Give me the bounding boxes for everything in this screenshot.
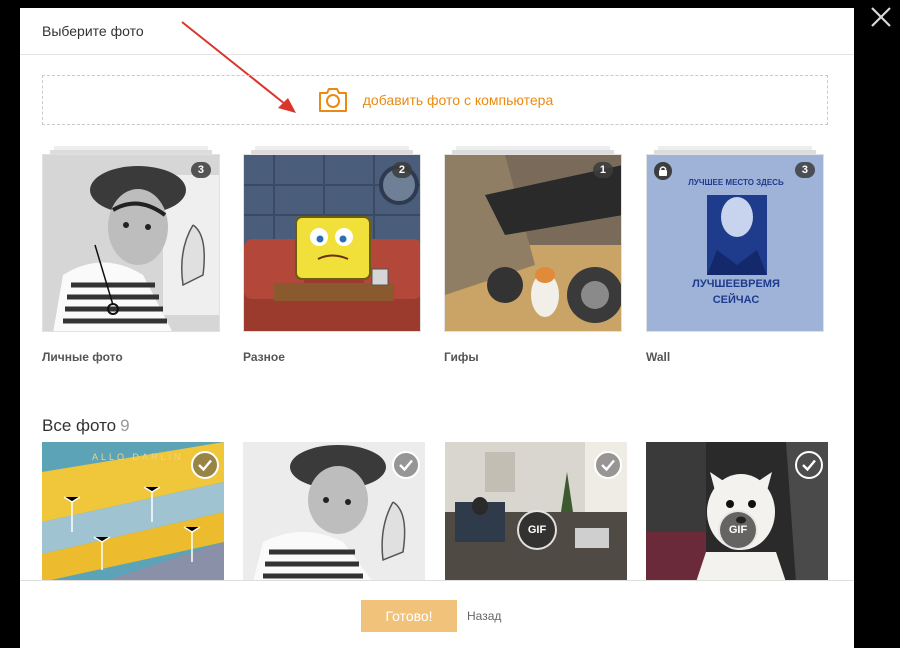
check-icon[interactable] — [794, 450, 824, 480]
dialog-header: Выберите фото — [20, 8, 854, 55]
album-name: Личные фото — [42, 350, 123, 364]
album-name: Гифы — [444, 350, 479, 364]
close-icon[interactable] — [868, 4, 894, 30]
gif-badge: GIF — [718, 510, 758, 550]
photo-tile[interactable]: ALLO DARLIN — [42, 442, 224, 582]
poster-text-line1: ЛУЧШЕЕВРЕМЯ — [692, 278, 780, 290]
album-cover — [243, 154, 421, 332]
upload-label: добавить фото с компьютера — [362, 92, 554, 108]
check-icon[interactable] — [190, 450, 220, 480]
all-photos-heading: Все фото 9 — [42, 416, 130, 436]
graffiti-image: ЛУЧШЕЕ МЕСТО ЗДЕСЬ ЛУЧШЕЕВРЕМЯ СЕЙЧАС — [647, 155, 823, 331]
dialog-footer: Готово! Назад — [20, 580, 854, 648]
done-button[interactable]: Готово! — [361, 600, 457, 632]
album-photo-count: 2 — [391, 162, 412, 178]
camera-icon — [318, 88, 347, 112]
album-photo-count: 1 — [592, 162, 613, 178]
poster-text-top: ЛУЧШЕЕ МЕСТО ЗДЕСЬ — [688, 178, 784, 187]
all-photos-title: Все фото — [42, 416, 117, 435]
poster-text-line2: СЕЙЧАС — [713, 293, 760, 306]
album-cover — [444, 154, 622, 332]
album-photo-count: 3 — [794, 162, 815, 178]
album-cover — [42, 154, 220, 332]
all-photos-count: 9 — [120, 416, 130, 435]
poster-tile-text: ALLO DARLIN — [92, 452, 184, 462]
portrait-bw-image — [43, 155, 219, 331]
photo-picker-dialog: Выберите фото добавить фото с компьютера — [20, 8, 854, 648]
cartoon-image — [244, 155, 420, 331]
back-link[interactable]: Назад — [467, 609, 501, 623]
upload-from-computer-button[interactable]: добавить фото с компьютера — [42, 75, 828, 125]
lock-icon — [654, 162, 672, 180]
dialog-title: Выберите фото — [42, 23, 144, 39]
photo-tile-gif[interactable]: GIF — [445, 442, 627, 582]
photo-tile-gif[interactable]: GIF — [646, 442, 828, 582]
photo-tile[interactable] — [243, 442, 425, 582]
album-name: Wall — [646, 350, 671, 364]
street-image — [445, 155, 621, 331]
album-photo-count: 3 — [190, 162, 211, 178]
album-cover: ЛУЧШЕЕ МЕСТО ЗДЕСЬ ЛУЧШЕЕВРЕМЯ СЕЙЧАС — [646, 154, 824, 332]
check-icon[interactable] — [391, 450, 421, 480]
gif-badge: GIF — [517, 510, 557, 550]
check-icon[interactable] — [593, 450, 623, 480]
album-name: Разное — [243, 350, 285, 364]
